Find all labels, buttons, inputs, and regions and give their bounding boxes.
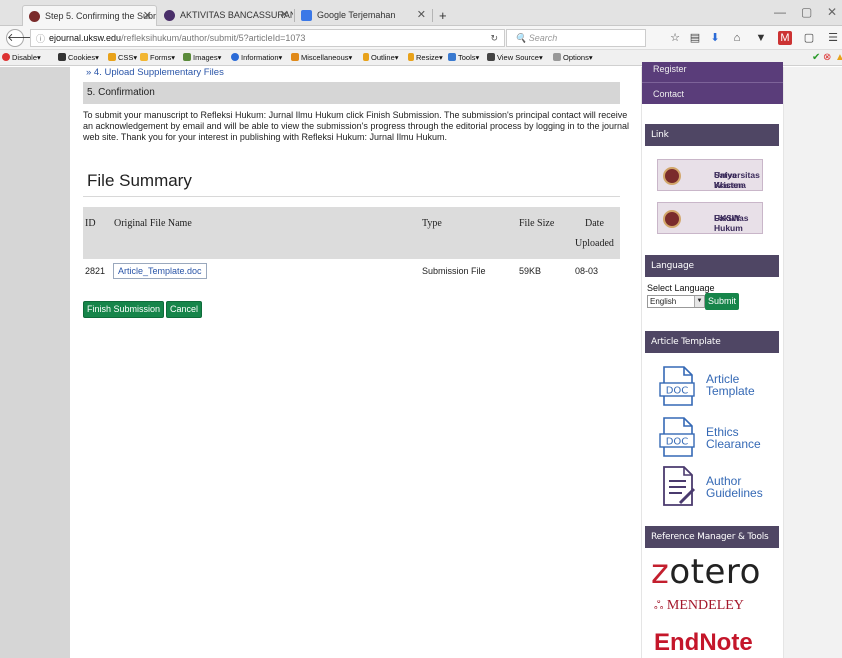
extension-page-icon[interactable]: ▢ — [802, 31, 816, 45]
language-submit-button[interactable]: Submit — [705, 293, 740, 310]
col-id: ID — [85, 218, 96, 229]
close-window-icon[interactable]: ✕ — [827, 5, 837, 19]
chevron-down-icon: ▼ — [694, 296, 704, 307]
uksw-logo-icon — [663, 210, 681, 228]
devbar-view-source[interactable]: View Source▾ — [487, 50, 543, 66]
close-tab-icon[interactable]: ✕ — [143, 6, 152, 26]
svg-text:DOC: DOC — [666, 386, 689, 397]
article-template-link[interactable]: DOC Article Template — [658, 365, 778, 409]
journal-favicon-icon — [29, 11, 40, 22]
reference-tools-header: Reference Manager & Tools — [645, 526, 779, 548]
devbar-options[interactable]: Options▾ — [553, 50, 593, 66]
minimize-icon[interactable]: — — [774, 5, 786, 19]
page-background-right — [784, 67, 842, 658]
devbar-information[interactable]: Information▾ — [231, 50, 282, 66]
svg-text:DOC: DOC — [666, 437, 689, 448]
browser-navigation-bar: 🡐 ⓘ ejournal.uksw.edu/refleksihukum/auth… — [0, 26, 842, 50]
reading-list-icon[interactable]: ▤ — [688, 31, 702, 45]
author-guidelines-link[interactable]: Author Guidelines — [658, 465, 778, 509]
warning-icon: ▲ — [835, 52, 842, 63]
tab-aktivitas[interactable]: AKTIVITAS BANCASSURANS ✕ — [158, 5, 293, 26]
guidelines-document-icon — [663, 466, 696, 506]
col-file-size: File Size — [519, 218, 555, 229]
file-summary-title: File Summary — [87, 171, 192, 190]
mendeley-logo[interactable]: ஃ MENDELEY — [654, 597, 744, 614]
select-language-label: Select Language — [647, 283, 715, 293]
check-icon: ✔ — [812, 52, 821, 63]
zotero-logo[interactable]: zzoterootero — [651, 554, 761, 590]
file-size: 59KB — [519, 266, 542, 276]
mendeley-mark-icon: ஃ — [654, 598, 664, 612]
nav-contact[interactable]: Contact — [642, 82, 783, 104]
finish-submission-button[interactable]: Finish Submission — [83, 301, 165, 318]
fakultas-hukum-banner[interactable]: Fakultas Hukum UKSW — [657, 202, 763, 234]
link-section-header: Link — [645, 124, 779, 146]
translate-favicon-icon — [301, 10, 312, 21]
bookmark-star-icon[interactable]: ☆ — [668, 31, 682, 45]
ethics-clearance-link[interactable]: DOC Ethics Clearance — [658, 416, 778, 460]
table-row: 2821 Article_Template.doc Submission Fil… — [83, 259, 620, 283]
col-uploaded: Uploaded — [575, 238, 614, 249]
sidebar: Register Contact Link Universitas Kriste… — [641, 62, 784, 658]
home-icon[interactable]: ⌂ — [730, 31, 744, 45]
divider — [83, 196, 620, 197]
file-name-link[interactable]: Article_Template.doc — [113, 263, 207, 279]
devbar-resize[interactable]: Resize▾ — [408, 50, 443, 66]
devbar-tools[interactable]: Tools▾ — [448, 50, 479, 66]
doc-file-icon: DOC — [659, 417, 695, 457]
devbar-outline[interactable]: Outline▾ — [363, 50, 399, 66]
file-date: 08-03 — [575, 266, 599, 276]
language-select[interactable]: English ▼ — [647, 295, 705, 308]
article-template-header: Article Template — [645, 331, 779, 353]
language-section-header: Language — [645, 255, 779, 277]
page-background-left — [0, 67, 70, 658]
restore-icon[interactable]: ▢ — [801, 5, 812, 19]
browser-tab-bar: Step 5. Confirming the Subr ✕ AKTIVITAS … — [0, 0, 842, 26]
step4-link[interactable]: » 4. Upload Supplementary Files — [86, 67, 224, 78]
uksw-banner[interactable]: Universitas Kristen Satya Wacana — [657, 159, 763, 191]
step5-header: 5. Confirmation — [83, 82, 620, 104]
endnote-logo[interactable]: EndNote — [654, 629, 753, 657]
col-date: Date — [585, 218, 604, 229]
download-icon[interactable]: ⬇ — [708, 31, 722, 45]
url-bar[interactable]: ⓘ ejournal.uksw.edu/refleksihukum/author… — [30, 29, 505, 47]
doc-file-icon: DOC — [659, 366, 695, 406]
devbar-cookies[interactable]: Cookies▾ — [58, 50, 99, 66]
extension-icon[interactable]: M — [778, 31, 792, 45]
reload-icon[interactable]: ↻ — [490, 30, 498, 46]
devbar-forms[interactable]: Forms▾ — [140, 50, 175, 66]
col-type: Type — [422, 218, 442, 229]
close-tab-icon[interactable]: ✕ — [280, 5, 289, 26]
new-tab-button[interactable]: + — [433, 5, 453, 26]
journal-favicon-icon — [164, 10, 175, 21]
close-tab-icon[interactable]: ✕ — [417, 5, 426, 26]
info-icon: ⓘ — [36, 34, 46, 44]
file-table-header: ID Original File Name Type File Size Dat… — [83, 207, 620, 259]
error-icon: ⊗ — [823, 52, 832, 63]
cancel-button[interactable]: Cancel — [166, 301, 203, 318]
devbar-disable[interactable]: Disable▾ — [2, 50, 41, 66]
uksw-logo-icon — [663, 167, 681, 185]
nav-register[interactable]: Register — [642, 62, 783, 82]
tab-step5[interactable]: Step 5. Confirming the Subr ✕ — [22, 5, 157, 26]
devbar-css[interactable]: CSS▾ — [108, 50, 137, 66]
devbar-images[interactable]: Images▾ — [183, 50, 221, 66]
hamburger-menu-icon[interactable]: ☰ — [826, 31, 840, 45]
col-original-file-name: Original File Name — [114, 218, 192, 229]
tab-google-translate[interactable]: Google Terjemahan ✕ — [295, 5, 430, 26]
file-type: Submission File — [422, 266, 486, 276]
main-content: » 4. Upload Supplementary Files 5. Confi… — [70, 67, 638, 658]
file-id: 2821 — [85, 266, 106, 276]
back-button[interactable]: 🡐 — [6, 29, 37, 47]
pocket-icon[interactable]: ▼ — [754, 31, 768, 45]
instructions-text: To submit your manuscript to Refleksi Hu… — [83, 110, 630, 142]
search-input[interactable]: 🔍 Search — [506, 29, 646, 47]
devbar-miscellaneous[interactable]: Miscellaneous▾ — [291, 50, 352, 66]
